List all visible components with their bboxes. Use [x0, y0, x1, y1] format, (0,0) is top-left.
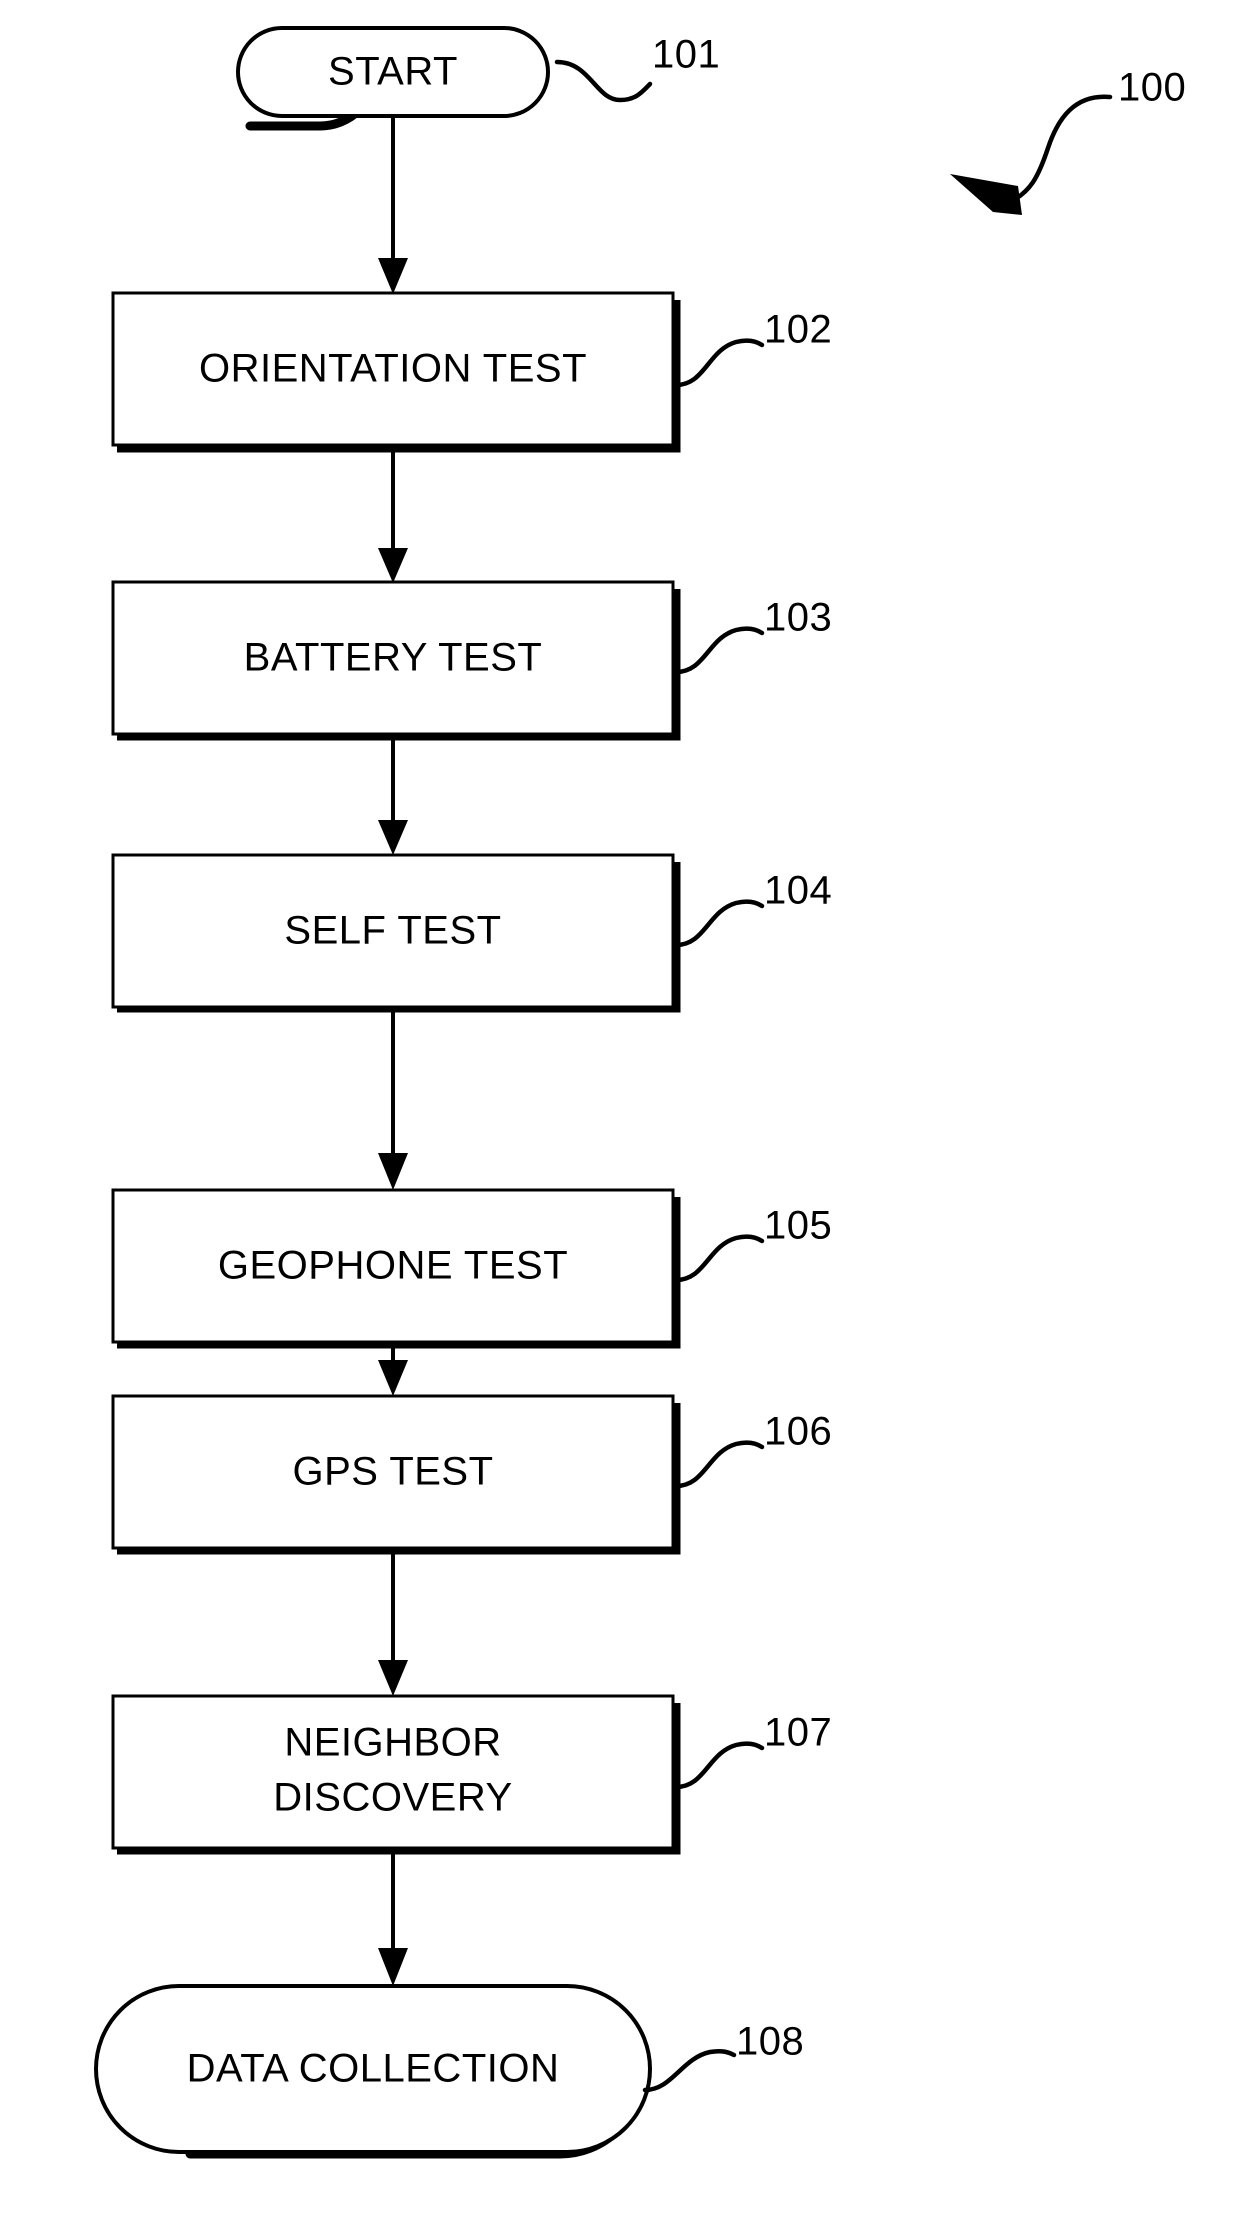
ref-106-leader — [673, 1440, 765, 1489]
figure-pointer-arrowhead — [950, 174, 1022, 215]
node-geophone-test[interactable]: GEOPHONE TEST — [111, 1188, 681, 1349]
ref-label-101: 101 — [652, 33, 720, 77]
ref-label-103: 103 — [764, 596, 832, 640]
ref-102-leader — [673, 338, 765, 388]
connector-battery-to-self — [378, 738, 408, 855]
ref-label-104: 104 — [764, 869, 832, 913]
node-battery-test[interactable]: BATTERY TEST — [111, 580, 681, 741]
ref-label-105: 105 — [764, 1204, 832, 1248]
ref-108-leader — [642, 2048, 737, 2093]
battery-test-label: BATTERY TEST — [244, 636, 543, 680]
ref-108-group — [642, 2048, 737, 2093]
connector-geophone-to-gps — [378, 1346, 408, 1396]
ref-104-group — [673, 899, 765, 948]
ref-102-group — [673, 338, 765, 388]
ref-106-group — [673, 1440, 765, 1489]
connector-arrowhead — [378, 1948, 408, 1986]
self-test-label: SELF TEST — [284, 909, 501, 953]
ref-label-108: 108 — [736, 2020, 804, 2064]
connector-arrowhead — [378, 820, 408, 855]
node-neighbor-discovery[interactable]: NEIGHBOR DISCOVERY — [111, 1694, 681, 1855]
connector-start-to-orientation — [378, 118, 408, 294]
data-collection-label: DATA COLLECTION — [187, 2047, 560, 2091]
figure-pointer-group — [950, 94, 1113, 215]
ref-105-leader — [673, 1234, 765, 1283]
ref-107-leader — [673, 1741, 765, 1790]
ref-label-102: 102 — [764, 308, 832, 352]
gps-test-label: GPS TEST — [292, 1450, 493, 1494]
ref-101-group — [554, 59, 653, 103]
ref-105-group — [673, 1234, 765, 1283]
figure-ref-100: 100 — [1118, 66, 1186, 110]
connector-self-to-geophone — [378, 1010, 408, 1190]
geophone-test-label: GEOPHONE TEST — [218, 1244, 568, 1288]
connector-arrowhead — [378, 258, 408, 294]
flowchart-canvas: 100 START 101 ORIENTATION TEST 102 BATTE… — [94, 26, 1186, 2159]
figure-pointer-leader — [1007, 94, 1113, 205]
connector-orientation-to-battery — [378, 450, 408, 583]
connector-arrowhead — [378, 548, 408, 583]
connector-gps-to-neighbor — [378, 1552, 408, 1696]
orientation-test-label: ORIENTATION TEST — [199, 347, 587, 391]
neighbor-discovery-label-line1: NEIGHBOR — [284, 1721, 501, 1765]
node-start[interactable]: START — [236, 26, 550, 131]
ref-104-leader — [673, 899, 765, 948]
ref-103-group — [673, 626, 765, 675]
ref-103-leader — [673, 626, 765, 675]
connector-arrowhead — [378, 1360, 408, 1396]
node-gps-test[interactable]: GPS TEST — [111, 1394, 681, 1555]
start-label: START — [328, 50, 458, 94]
neighbor-discovery-label-line2: DISCOVERY — [273, 1776, 512, 1820]
node-orientation-test[interactable]: ORIENTATION TEST — [111, 291, 681, 453]
ref-label-106: 106 — [764, 1410, 832, 1454]
connector-arrowhead — [378, 1660, 408, 1696]
connector-neighbor-to-data-collection — [378, 1852, 408, 1986]
patent-flowchart-figure: 100 START 101 ORIENTATION TEST 102 BATTE… — [0, 0, 1253, 2221]
node-data-collection[interactable]: DATA COLLECTION — [94, 1984, 652, 2159]
node-self-test[interactable]: SELF TEST — [111, 853, 681, 1013]
ref-label-107: 107 — [764, 1711, 832, 1755]
connector-arrowhead — [378, 1153, 408, 1190]
ref-107-group — [673, 1741, 765, 1790]
neighbor-discovery-shape — [111, 1694, 675, 1850]
ref-101-leader — [554, 59, 653, 103]
